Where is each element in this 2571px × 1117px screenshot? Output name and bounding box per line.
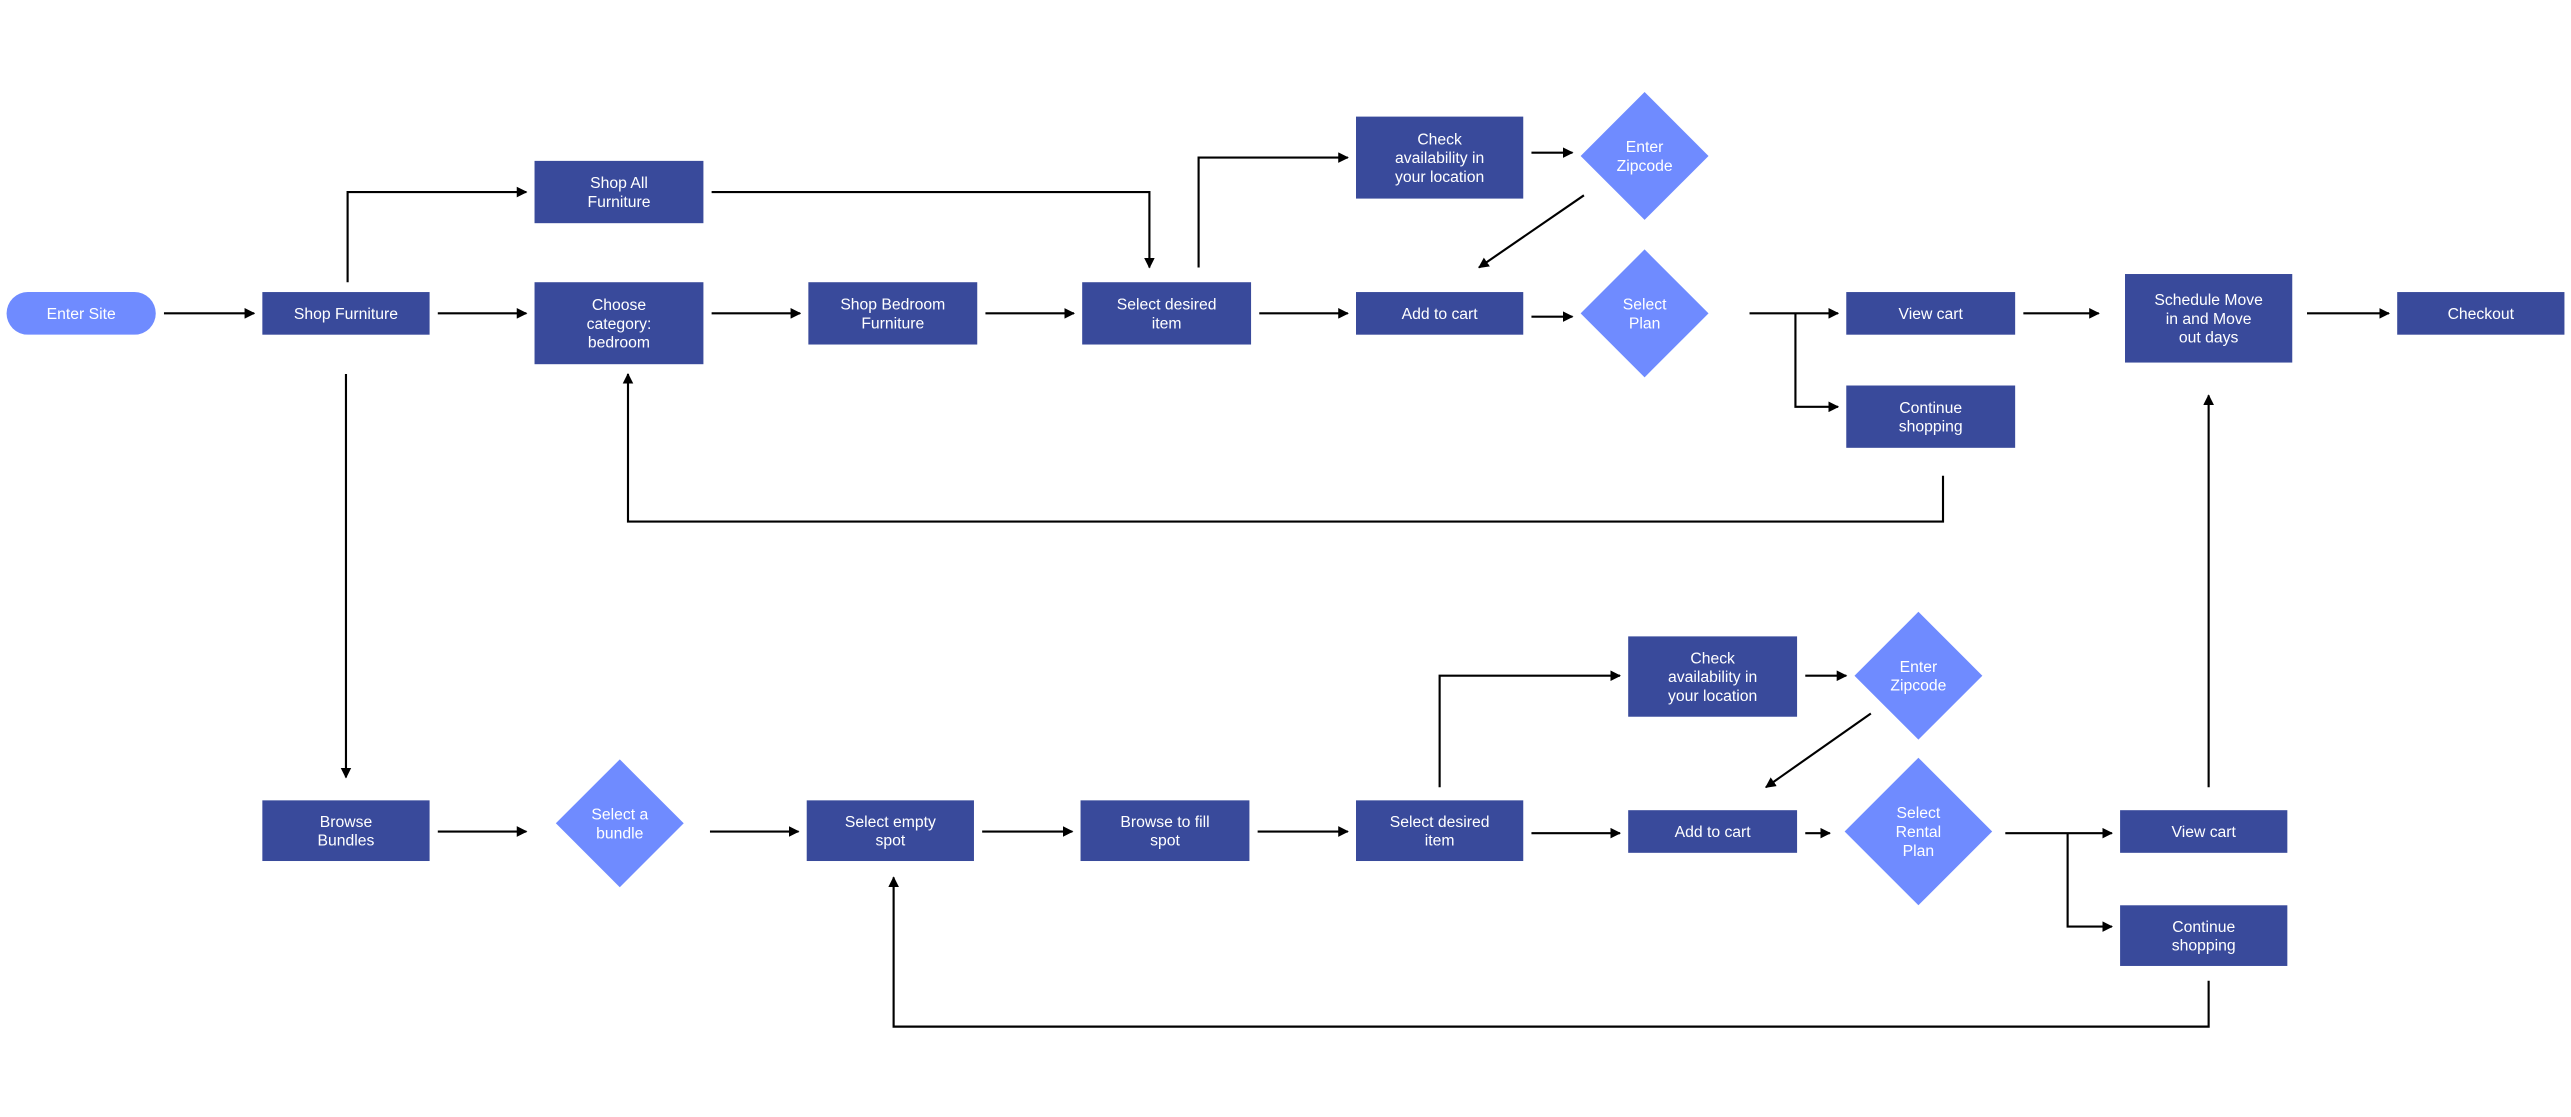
node-label: Continue: [1899, 400, 1962, 417]
node-label: Furniture: [861, 315, 924, 332]
node-label: your location: [1668, 688, 1757, 705]
node-check-avail-bottom: Check availability in your location: [1628, 636, 1798, 717]
node-label: in and Move: [2166, 311, 2252, 328]
node-label: Browse: [320, 814, 373, 831]
node-select-bundle: Select a bundle: [555, 759, 684, 888]
node-shop-all-furniture: Shop All Furniture: [534, 160, 704, 224]
node-label: Enter Site: [47, 306, 116, 323]
node-label: Continue: [2172, 919, 2235, 936]
node-zipcode-bottom: Enter Zipcode: [1854, 611, 1983, 740]
node-label: availability in: [1668, 669, 1757, 686]
arrow-shop-furniture-to-shop-all-furniture: [346, 186, 528, 283]
node-label: shopping: [1899, 419, 1963, 436]
node-label: Plan: [1903, 843, 1935, 860]
node-continue-top: Continue shopping: [1846, 385, 2016, 448]
node-label: Rental: [1896, 824, 1941, 841]
node-shop-bedroom: Shop BedroomFurniture: [808, 282, 978, 345]
arrow-select-rental-plan-to-continue-bottom: [2066, 833, 2113, 932]
node-label: View cart: [1898, 306, 1963, 323]
node-label: Enter: [1900, 659, 1938, 676]
node-label: Zipcode: [1890, 678, 1946, 695]
node-label: Choose: [592, 297, 646, 314]
node-label: Shop All: [590, 175, 648, 192]
node-add-cart-bottom: Add to cart: [1628, 810, 1798, 853]
node-label: Check: [1690, 650, 1735, 667]
arrow-zipcode-bottom-to-add-cart-bottom: [1765, 712, 1872, 789]
node-select-item-bottom: Select desired item: [1356, 800, 1524, 862]
node-label: Select: [1623, 297, 1667, 314]
node-browse-bundles: Browse Bundles: [262, 800, 430, 862]
node-label: Shop Furniture: [294, 306, 398, 323]
node-label: Checkout: [2448, 306, 2515, 323]
node-schedule-move: Schedule Move in and Move out days: [2125, 274, 2293, 363]
arrow-continue-top-to-choose-category: [622, 372, 1945, 523]
node-view-cart-top: View cart: [1846, 292, 2016, 335]
user-flow-diagram: Enter Site Shop Furniture Shop All Furnitur…: [6, 92, 2565, 1028]
arrow-select-plan-to-continue-top: [1794, 313, 1840, 413]
node-label: spot: [1150, 833, 1180, 850]
node-select-plan: SelectPlan: [1580, 249, 1709, 378]
node-select-rental-plan: Select Rental Plan: [1844, 757, 1993, 906]
node-label: Select a: [591, 806, 648, 823]
node-label: category:: [587, 316, 652, 333]
node-checkout: Checkout: [2397, 292, 2565, 335]
node-label: Check: [1417, 131, 1462, 148]
node-label: View cart: [2172, 824, 2237, 841]
node-label: item: [1425, 833, 1455, 850]
arrow-continue-bottom-to-select-empty-spot: [888, 876, 2210, 1028]
node-continue-bottom: Continue shopping: [2120, 905, 2288, 966]
node-label: Select desired: [1117, 297, 1217, 314]
node-select-item-top: Select desireditem: [1082, 282, 1252, 345]
node-label: Shop Bedroom: [840, 297, 945, 314]
node-shop-furniture: Shop Furniture: [262, 292, 430, 335]
node-label: out days: [2179, 330, 2239, 347]
node-check-avail-top: Check availability in your location: [1356, 116, 1524, 199]
node-label: availability in: [1395, 150, 1484, 167]
node-label: Enter: [1626, 139, 1664, 156]
node-label: Furniture: [587, 194, 650, 211]
node-view-cart-bottom: View cart: [2120, 810, 2288, 853]
node-label: spot: [875, 833, 905, 850]
node-label: Select: [1897, 805, 1941, 822]
node-label: Bundles: [318, 833, 375, 850]
node-label: shopping: [2172, 938, 2236, 955]
node-label: bedroom: [588, 335, 650, 352]
node-add-cart-top: Add to cart: [1356, 292, 1524, 335]
node-label: Zipcode: [1617, 158, 1673, 175]
node-label: Schedule Move: [2154, 292, 2263, 309]
node-label: Add to cart: [1402, 306, 1479, 323]
node-zipcode-top: Enter Zipcode: [1580, 92, 1709, 220]
node-label: Browse to fill: [1120, 814, 1209, 831]
node-label: Plan: [1629, 315, 1661, 332]
arrow-select-item-top-to-check-avail-top: [1197, 152, 1349, 268]
node-label: Add to cart: [1675, 824, 1752, 841]
node-label: your location: [1395, 169, 1484, 186]
node-browse-fill-spot: Browse to fill spot: [1080, 800, 1250, 862]
node-label: bundle: [596, 825, 643, 842]
node-label: item: [1152, 315, 1182, 332]
arrow-zipcode-top-to-add-cart-top: [1478, 194, 1585, 269]
node-select-empty-spot: Select empty spot: [806, 800, 974, 862]
arrow-select-item-bottom-to-check-avail-bottom: [1438, 670, 1622, 788]
node-enter-site: Enter Site: [6, 292, 156, 335]
node-choose-category: Choose category: bedroom: [534, 282, 704, 365]
node-label: Select desired: [1390, 814, 1490, 831]
arrow-shop-all-furniture-to-select-item-top: [711, 190, 1155, 269]
node-label: Select empty: [845, 814, 936, 831]
